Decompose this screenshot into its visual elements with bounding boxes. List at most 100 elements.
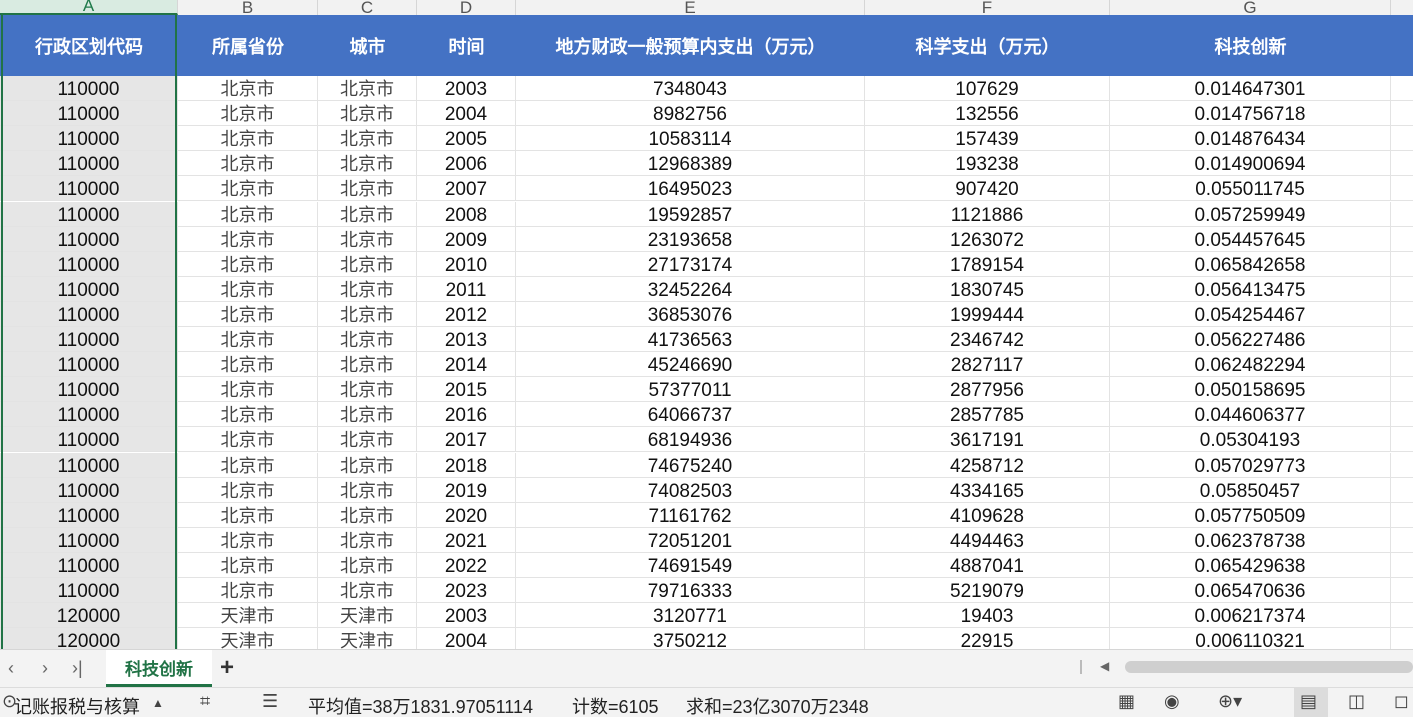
table-cell-col-e[interactable]: 74675240 xyxy=(516,452,865,477)
table-cell-col-f[interactable]: 1121886 xyxy=(865,201,1110,226)
table-cell-col-f[interactable]: 3617191 xyxy=(865,427,1110,452)
column-letter-col-a[interactable]: A xyxy=(0,0,178,15)
table-cell-col-e[interactable]: 45246690 xyxy=(516,352,865,377)
table-cell-col-b[interactable]: 北京市 xyxy=(178,452,318,477)
table-cell-col-e[interactable]: 32452264 xyxy=(516,276,865,301)
table-cell-col-c[interactable]: 北京市 xyxy=(318,276,417,301)
table-cell-col-e[interactable]: 7348043 xyxy=(516,76,865,100)
table-cell-col-f[interactable]: 22915 xyxy=(865,628,1110,649)
table-cell-col-b[interactable]: 北京市 xyxy=(178,126,318,151)
table-cell-col-c[interactable]: 北京市 xyxy=(318,301,417,326)
table-cell-col-b[interactable]: 北京市 xyxy=(178,176,318,201)
table-cell-col-d[interactable]: 2020 xyxy=(417,502,516,527)
table-cell-col-c[interactable]: 北京市 xyxy=(318,251,417,276)
table-cell-col-g[interactable]: 0.062482294 xyxy=(1110,352,1391,377)
table-cell-col-g[interactable]: 0.050158695 xyxy=(1110,377,1391,402)
column-letter-col-d[interactable]: D xyxy=(417,0,516,15)
table-cell-col-a[interactable]: 110000 xyxy=(0,327,178,351)
horizontal-scrollbar[interactable] xyxy=(1125,661,1413,673)
document-icon[interactable]: ☰ xyxy=(262,691,278,712)
table-cell-col-d[interactable]: 2022 xyxy=(417,552,516,577)
table-cell-col-c[interactable]: 北京市 xyxy=(318,76,417,100)
table-cell-col-d[interactable]: 2023 xyxy=(417,578,516,602)
table-cell-col-e[interactable]: 12968389 xyxy=(516,151,865,176)
table-cell-col-e[interactable]: 72051201 xyxy=(516,527,865,552)
sheet-tab-keji-chuangxin[interactable]: 科技创新 xyxy=(106,650,212,687)
header-cell-col-c[interactable]: 城市 xyxy=(318,15,417,76)
table-cell-col-b[interactable]: 北京市 xyxy=(178,527,318,552)
table-cell-col-c[interactable]: 北京市 xyxy=(318,427,417,452)
table-cell-col-e[interactable]: 19592857 xyxy=(516,201,865,226)
table-cell-col-a[interactable]: 110000 xyxy=(0,352,178,377)
tab-nav-last-button[interactable]: ›| xyxy=(72,658,83,679)
table-cell-col-g[interactable]: 0.054457645 xyxy=(1110,226,1391,251)
table-cell-col-g[interactable]: 0.065470636 xyxy=(1110,578,1391,602)
table-cell-col-f[interactable]: 4109628 xyxy=(865,502,1110,527)
table-cell-col-f[interactable]: 4494463 xyxy=(865,527,1110,552)
table-cell-col-b[interactable]: 北京市 xyxy=(178,377,318,402)
table-cell-col-g[interactable]: 0.062378738 xyxy=(1110,527,1391,552)
table-cell-col-e[interactable]: 27173174 xyxy=(516,251,865,276)
header-cell-col-d[interactable]: 时间 xyxy=(417,15,516,76)
table-cell-col-a[interactable]: 110000 xyxy=(0,527,178,552)
table-cell-col-f[interactable]: 2857785 xyxy=(865,402,1110,427)
table-cell-col-a[interactable]: 110000 xyxy=(0,176,178,201)
table-cell-col-c[interactable]: 北京市 xyxy=(318,226,417,251)
table-cell-col-e[interactable]: 8982756 xyxy=(516,101,865,126)
table-cell-col-a[interactable]: 110000 xyxy=(0,226,178,251)
table-cell-col-b[interactable]: 北京市 xyxy=(178,76,318,100)
header-cell-col-e[interactable]: 地方财政一般预算内支出（万元） xyxy=(516,15,865,76)
table-cell-col-e[interactable]: 79716333 xyxy=(516,578,865,602)
table-cell-col-d[interactable]: 2011 xyxy=(417,276,516,301)
table-cell-col-c[interactable]: 天津市 xyxy=(318,603,417,628)
table-cell-col-c[interactable]: 北京市 xyxy=(318,126,417,151)
table-cell-col-b[interactable]: 北京市 xyxy=(178,427,318,452)
table-cell-col-a[interactable]: 110000 xyxy=(0,502,178,527)
table-cell-col-c[interactable]: 北京市 xyxy=(318,452,417,477)
table-cell-col-d[interactable]: 2021 xyxy=(417,527,516,552)
table-cell-col-a[interactable]: 110000 xyxy=(0,276,178,301)
column-letter-col-g[interactable]: G xyxy=(1110,0,1391,15)
table-cell-col-a[interactable]: 110000 xyxy=(0,76,178,100)
table-cell-col-d[interactable]: 2014 xyxy=(417,352,516,377)
tab-nav-next-button[interactable]: › xyxy=(42,658,48,679)
table-cell-col-f[interactable]: 132556 xyxy=(865,101,1110,126)
table-cell-col-f[interactable]: 1263072 xyxy=(865,226,1110,251)
table-cell-col-e[interactable]: 68194936 xyxy=(516,427,865,452)
table-cell-col-b[interactable]: 北京市 xyxy=(178,226,318,251)
table-cell-col-c[interactable]: 北京市 xyxy=(318,527,417,552)
table-cell-col-f[interactable]: 2346742 xyxy=(865,327,1110,351)
column-letter-col-b[interactable]: B xyxy=(178,0,318,15)
chevron-up-icon[interactable]: ▲ xyxy=(152,696,164,710)
table-cell-col-a[interactable]: 110000 xyxy=(0,427,178,452)
table-cell-col-c[interactable]: 北京市 xyxy=(318,201,417,226)
table-cell-col-a[interactable]: 110000 xyxy=(0,151,178,176)
header-cell-col-f[interactable]: 科学支出（万元） xyxy=(865,15,1110,76)
table-cell-col-c[interactable]: 北京市 xyxy=(318,377,417,402)
column-letter-col-e[interactable]: E xyxy=(516,0,865,15)
table-cell-col-d[interactable]: 2007 xyxy=(417,176,516,201)
table-cell-col-g[interactable]: 0.044606377 xyxy=(1110,402,1391,427)
table-cell-col-g[interactable]: 0.055011745 xyxy=(1110,176,1391,201)
table-cell-col-b[interactable]: 北京市 xyxy=(178,578,318,602)
page-layout-icon[interactable]: ◫ xyxy=(1348,691,1365,712)
table-cell-col-d[interactable]: 2013 xyxy=(417,327,516,351)
table-cell-col-b[interactable]: 北京市 xyxy=(178,101,318,126)
table-cell-col-d[interactable]: 2015 xyxy=(417,377,516,402)
table-cell-col-c[interactable]: 天津市 xyxy=(318,628,417,649)
table-cell-col-f[interactable]: 193238 xyxy=(865,151,1110,176)
table-cell-col-a[interactable]: 110000 xyxy=(0,126,178,151)
table-cell-col-g[interactable]: 0.006110321 xyxy=(1110,628,1391,649)
table-cell-col-e[interactable]: 3750212 xyxy=(516,628,865,649)
header-cell-col-b[interactable]: 所属省份 xyxy=(178,15,318,76)
table-cell-col-b[interactable]: 北京市 xyxy=(178,477,318,502)
table-cell-col-g[interactable]: 0.054254467 xyxy=(1110,301,1391,326)
table-cell-col-b[interactable]: 天津市 xyxy=(178,628,318,649)
table-cell-col-c[interactable]: 北京市 xyxy=(318,327,417,351)
column-letter-col-c[interactable]: C xyxy=(318,0,417,15)
table-cell-col-e[interactable]: 74691549 xyxy=(516,552,865,577)
table-cell-col-c[interactable]: 北京市 xyxy=(318,502,417,527)
table-cell-col-b[interactable]: 北京市 xyxy=(178,327,318,351)
table-cell-col-f[interactable]: 4887041 xyxy=(865,552,1110,577)
table-cell-col-b[interactable]: 北京市 xyxy=(178,502,318,527)
